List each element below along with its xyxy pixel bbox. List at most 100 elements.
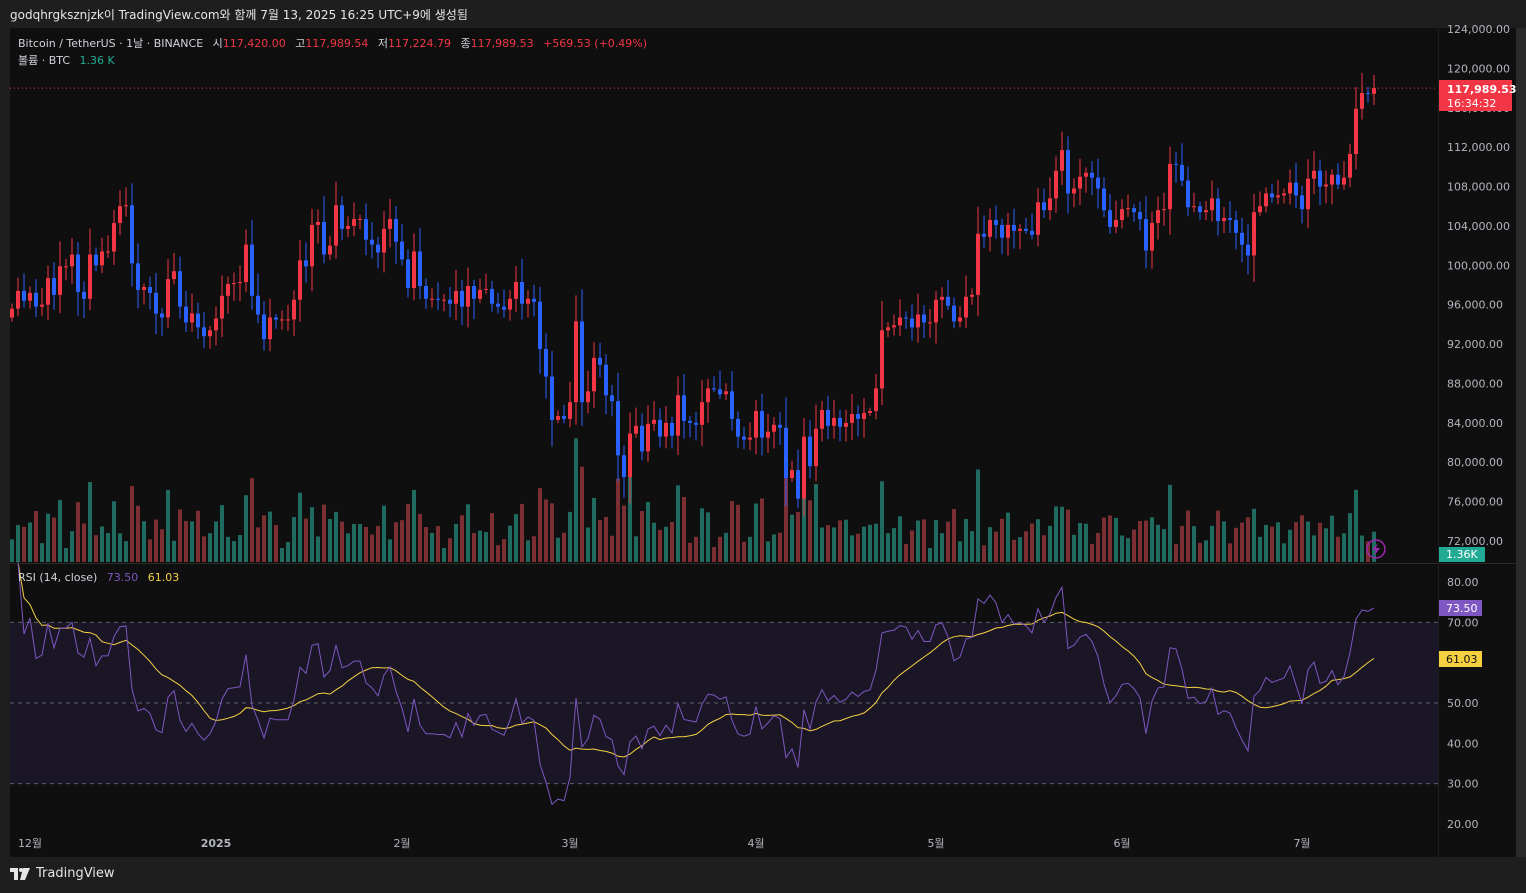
volume-bar [604,516,608,562]
rsi-tick-label: 70.00 [1447,616,1479,629]
volume-bar [58,500,62,562]
candle [1246,224,1250,275]
volume-bar [646,501,650,562]
volume-bar [652,522,656,562]
candle-body [1294,182,1298,196]
bar-countdown: 16:34:32 [1447,97,1496,110]
volume-bar [940,533,944,562]
volume-bar [1288,529,1292,562]
price-chart[interactable]: 124,000.00120,000.00116,000.00112,000.00… [0,0,1526,893]
candle [136,243,140,308]
volume-bar [1318,522,1322,562]
candle-body [1156,210,1160,223]
volume-bar [436,526,440,562]
candle-body [550,376,554,420]
candle-body [1126,208,1130,210]
volume-bar [712,546,716,562]
candle-body [1300,195,1304,210]
price-tick-label: 104,000.00 [1447,220,1510,233]
symbol-title[interactable]: Bitcoin / TetherUS · 1날 · BINANCE [18,37,203,50]
volume-bar [454,523,458,562]
candle-body [1186,180,1190,208]
candle [1342,161,1346,190]
candle-body [160,313,164,318]
volume-bar [118,533,122,562]
candle-body [778,424,782,428]
rsi-label[interactable]: RSI (14, close) [18,571,97,584]
volume-bar [886,533,890,562]
candle-body [1348,154,1352,178]
volume-bar [904,544,908,562]
candle-body [748,437,752,440]
candle [760,394,764,456]
volume-bar [760,498,764,562]
volume-bar [1342,533,1346,562]
candle [1240,218,1244,263]
volume-bar [190,521,194,562]
volume-bar [496,545,500,562]
candle [238,265,242,302]
volume-bar [688,542,692,562]
volume-bar [514,514,518,562]
candle [1144,196,1148,269]
volume-bar [490,513,494,562]
candle-body [1360,93,1364,109]
volume-bar [1222,521,1226,562]
volume-bar [10,539,14,562]
volume-bar [1078,522,1082,562]
candle [124,187,128,217]
volume-bar [538,488,542,562]
candle-body [922,314,926,323]
volume-bar [1000,518,1004,562]
candle-body [1084,172,1088,177]
candle-body [208,330,212,337]
candle-body [466,285,470,307]
volume-bar [178,509,182,562]
volume-bar [598,520,602,562]
tradingview-brand[interactable]: TradingView [36,866,115,881]
symbol-legend: Bitcoin / TetherUS · 1날 · BINANCE 시117,4… [18,35,647,51]
candle [946,279,950,310]
volume-bar [208,533,212,562]
candle-body [1276,195,1280,198]
candle [184,290,188,332]
candle [430,288,434,308]
price-tick-label: 112,000.00 [1447,141,1510,154]
candle [724,383,728,400]
volume-value: 1.36 K [79,54,115,67]
volume-bar [748,536,752,562]
volume-bar [892,528,896,562]
volume-bar [424,527,428,562]
candle-body [202,327,206,337]
candle-body [184,306,188,323]
volume-bar [34,511,38,562]
volume-bar [70,531,74,562]
candle [700,380,704,446]
volume-bar [82,523,86,562]
candle [1174,151,1178,183]
candle [292,290,296,337]
candle [280,310,284,330]
candle-body [844,422,848,427]
candle [112,209,116,265]
candle [1270,183,1274,204]
candle [970,288,974,305]
candle-body [232,283,236,285]
candle [1126,194,1130,217]
candle-body [826,410,830,426]
candle [826,395,830,440]
volume-label[interactable]: 볼륨 · BTC [18,54,70,67]
candle [646,405,650,462]
volume-bar [682,497,686,562]
volume-bar [1300,515,1304,562]
candle-body [904,317,908,319]
candle [796,449,800,509]
candle [1354,87,1358,170]
candle-body [40,304,44,307]
candle-body [946,296,950,306]
volume-bar [370,534,374,562]
candle-body [478,289,482,299]
volume-bar [874,523,878,562]
candle [316,209,320,244]
volume-bar [166,489,170,562]
